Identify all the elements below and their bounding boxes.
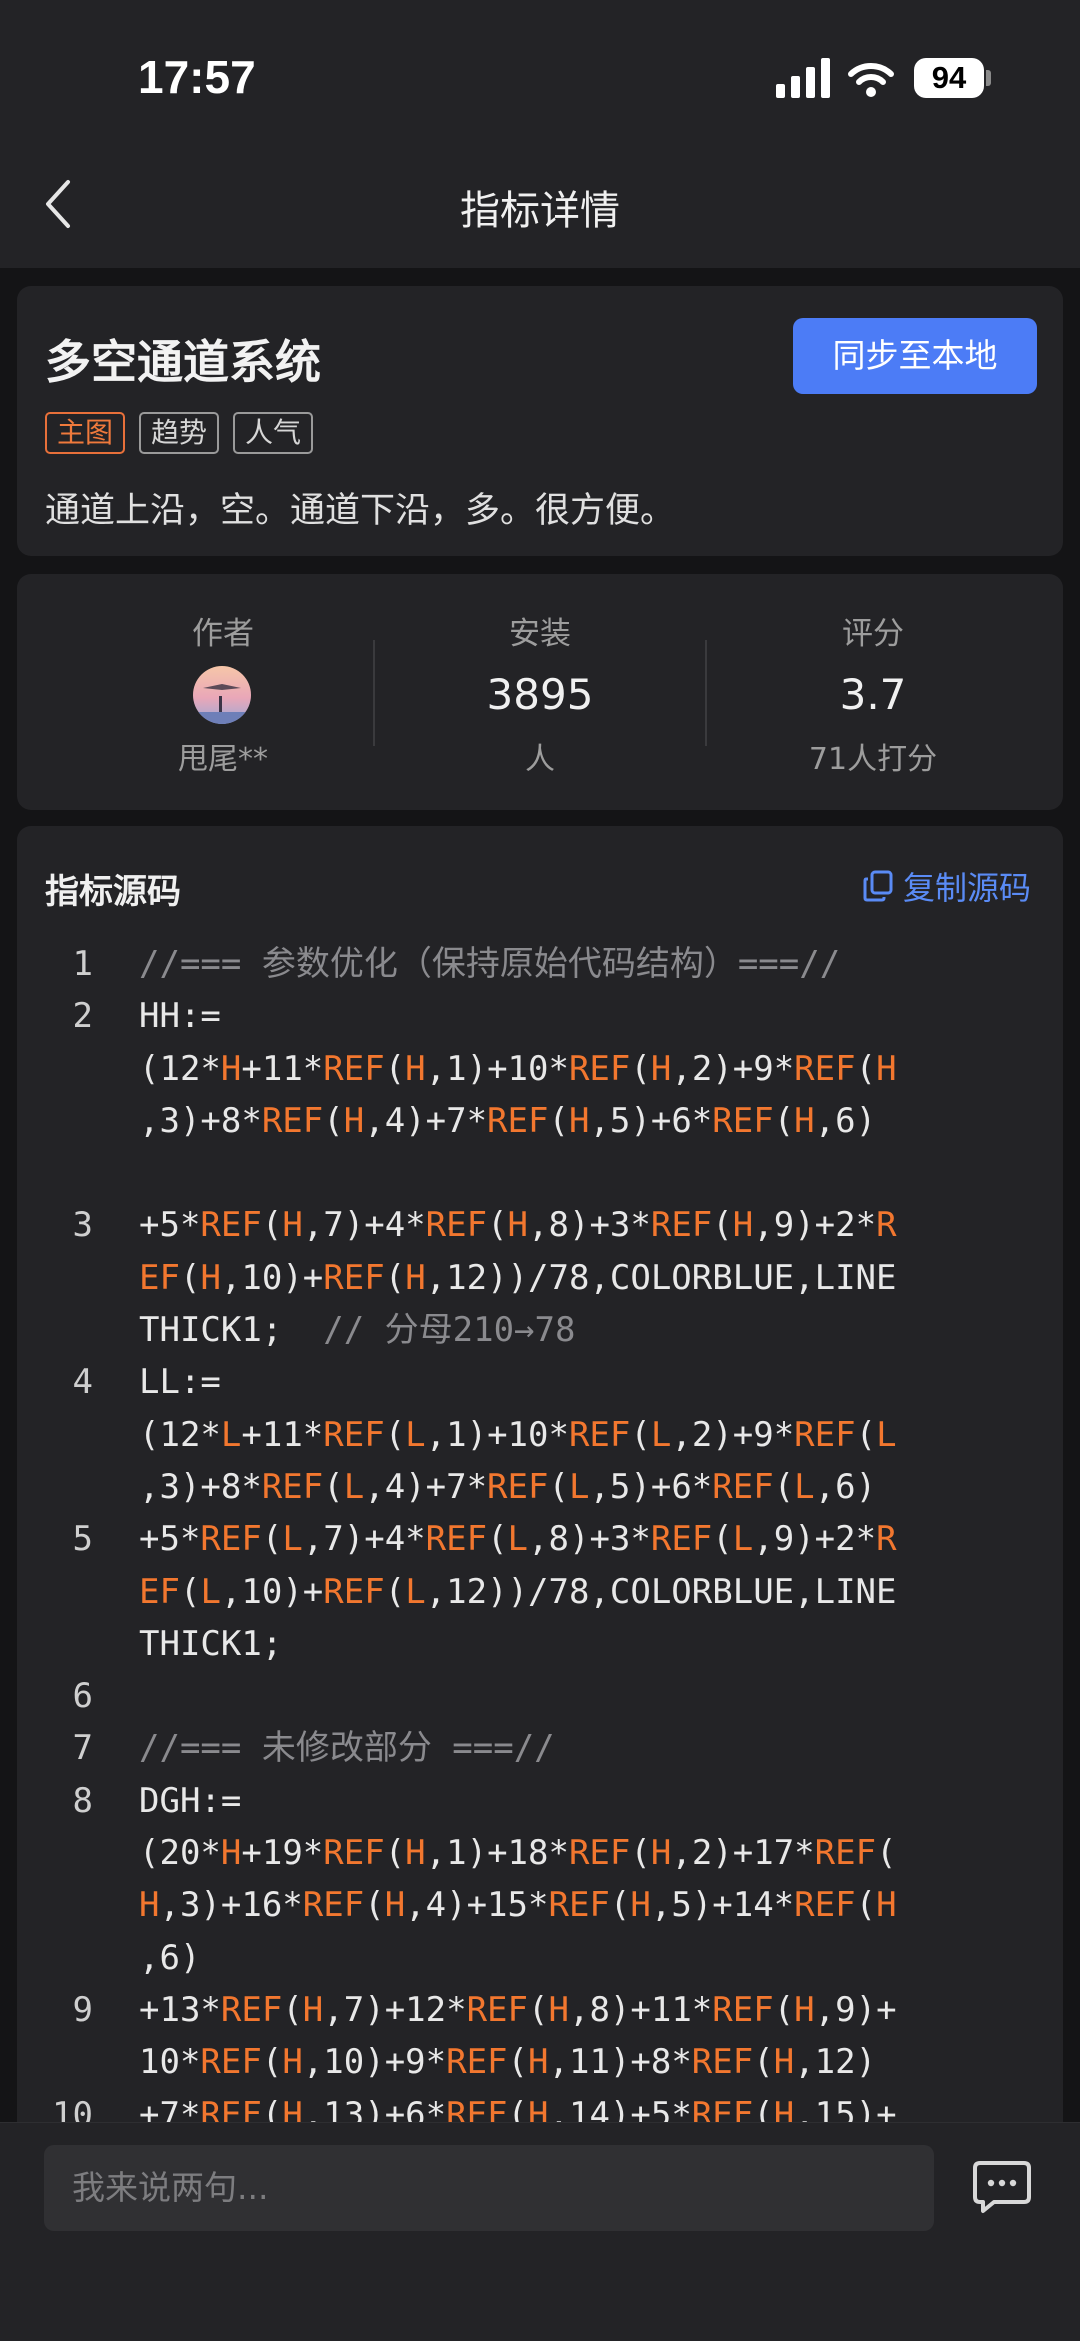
rating-count: 71人打分 — [808, 742, 938, 777]
tag-popular: 人气 — [233, 412, 314, 454]
install-unit: 人 — [525, 742, 555, 777]
copy-source-label: 复制源码 — [903, 869, 1032, 907]
tag-main-chart: 主图 — [45, 412, 126, 454]
stats-card: 作者 甩尾** 安装 3895 人 评分 3.7 71人打分 — [17, 574, 1063, 810]
line-number: 5 — [72, 1519, 93, 1560]
signal-icon — [776, 58, 830, 98]
source-code-card: 指标源码 复制源码 1 //=== 参数优化（保持原始代码结构）===// 2 HH:… — [17, 826, 1063, 2156]
copy-source-button[interactable]: 复制源码 — [863, 866, 1032, 907]
install-count: 3895 — [486, 670, 594, 719]
avatar[interactable] — [193, 666, 251, 724]
line-number: 1 — [72, 944, 93, 984]
code-text: DGH:= (20*H+19*REF(H,1)+18*REF(H,2)+17*RE… — [139, 1780, 897, 1978]
code-text: +5*REF(H,7)+4*REF(H,8)+3*REF(H,9)+2*R EF(… — [139, 1205, 897, 1351]
rating-value: 3.7 — [839, 670, 907, 719]
tag-list: 主图 趋势 人气 — [45, 412, 314, 454]
source-title: 指标源码 — [45, 872, 181, 912]
battery-indicator: 94 — [914, 58, 984, 98]
status-time: 17:57 — [138, 51, 256, 103]
comment-bar: 我来说两句... — [0, 2122, 1080, 2341]
line-number: 8 — [72, 1780, 93, 1821]
rating-stat: 评分 3.7 71人打分 — [707, 574, 1039, 810]
code-line: 9 +13*REF(H,7)+12*REF(H,8)+11*REF(H,9)+ 10… — [17, 1984, 1063, 2089]
line-number: 6 — [72, 1676, 93, 1717]
author-label: 作者 — [192, 616, 254, 652]
code-text: //=== 参数优化（保持原始代码结构）===// — [139, 944, 841, 984]
code-text: HH:= (12*H+11*REF(H,1)+10*REF(H,2)+9*REF(… — [139, 996, 897, 1141]
chat-icon[interactable] — [972, 2159, 1032, 2215]
code-line: 2 HH:= (12*H+11*REF(H,1)+10*REF(H,2)+9*REF… — [17, 990, 1063, 1199]
indicator-title: 多空通道系统 — [45, 335, 321, 389]
line-number: 3 — [72, 1205, 93, 1246]
line-number: 9 — [72, 1989, 93, 2030]
rating-label: 评分 — [842, 616, 904, 652]
page-title: 指标详情 — [460, 188, 620, 234]
code-text: LL:= (12*L+11*REF(L,1)+10*REF(L,2)+9*REF(… — [139, 1362, 897, 1507]
install-stat: 安装 3895 人 — [374, 574, 706, 810]
code-line: 3 +5*REF(H,7)+4*REF(H,8)+3*REF(H,9)+2*R EF… — [17, 1199, 1063, 1356]
code-line: 4 LL:= (12*L+11*REF(L,1)+10*REF(L,2)+9*REF… — [17, 1356, 1063, 1513]
code-line: 8 DGH:= (20*H+19*REF(H,1)+18*REF(H,2)+17*R… — [17, 1775, 1063, 1984]
line-number: 2 — [72, 996, 93, 1037]
code-text: //=== 未修改部分 ===// — [139, 1728, 555, 1769]
sync-to-local-button[interactable]: 同步至本地 — [793, 318, 1037, 394]
author-name: 甩尾** — [178, 742, 268, 777]
author-stat[interactable]: 作者 甩尾** — [57, 574, 389, 810]
status-bar: 17:57 94 — [0, 0, 1080, 140]
copy-icon — [863, 870, 893, 902]
wifi-icon — [848, 63, 894, 97]
code-line: 5 +5*REF(L,7)+4*REF(L,8)+3*REF(L,9)+2*R EF… — [17, 1513, 1063, 1670]
code-line: 1 //=== 参数优化（保持原始代码结构）===// — [17, 938, 1063, 990]
nav-bar: 指标详情 — [0, 140, 1080, 268]
indicator-description: 通道上沿，空。通道下沿，多。很方便。 — [45, 491, 676, 531]
indicator-header-card: 多空通道系统 同步至本地 主图 趋势 人气 通道上沿，空。通道下沿，多。很方便。 — [17, 286, 1063, 556]
line-number: 4 — [72, 1362, 93, 1403]
comment-input[interactable]: 我来说两句... — [44, 2145, 934, 2231]
source-code-block[interactable]: 1 //=== 参数优化（保持原始代码结构）===// 2 HH:= (12*H+11*… — [17, 938, 1063, 2141]
line-number: 7 — [72, 1728, 93, 1769]
code-text: +5*REF(L,7)+4*REF(L,8)+3*REF(L,9)+2*R EF(… — [139, 1519, 897, 1664]
code-line: 6 — [17, 1670, 1063, 1722]
install-label: 安装 — [509, 616, 571, 652]
code-text: +13*REF(H,7)+12*REF(H,8)+11*REF(H,9)+ 10*… — [139, 1989, 897, 2083]
battery-cap — [986, 70, 991, 86]
tag-trend: 趋势 — [139, 412, 220, 454]
code-line: 7 //=== 未修改部分 ===// — [17, 1722, 1063, 1774]
